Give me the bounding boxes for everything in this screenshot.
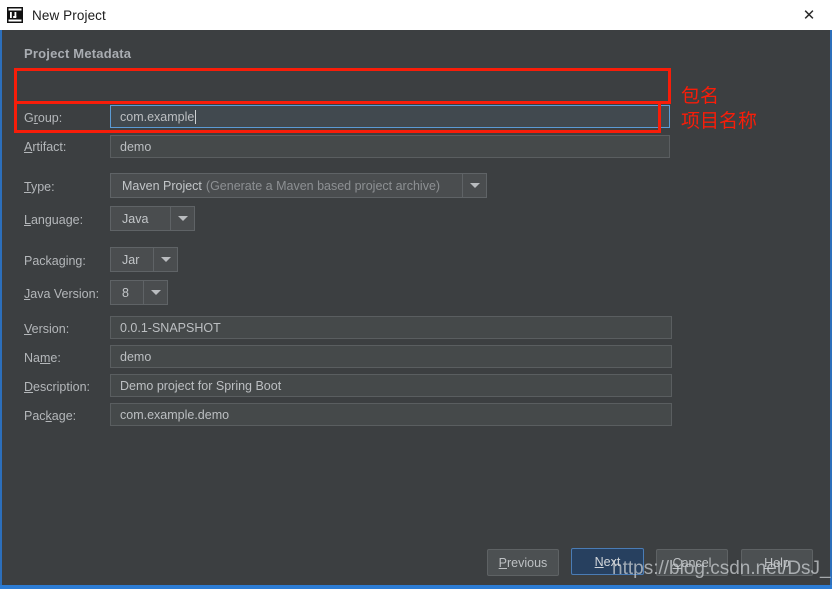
artifact-label: Artifact:: [24, 140, 67, 154]
description-input-value: Demo project for Spring Boot: [120, 378, 282, 393]
group-input-value: com.example: [120, 109, 195, 124]
type-combobox-value: Maven Project (Generate a Maven based pro…: [122, 178, 441, 193]
chevron-down-icon[interactable]: [153, 248, 177, 271]
language-combobox[interactable]: Java: [110, 206, 195, 231]
description-label: Description:: [24, 380, 91, 394]
name-input[interactable]: demo: [110, 345, 672, 368]
name-input-value: demo: [120, 349, 152, 364]
title-bar: New Project ✕: [0, 0, 832, 30]
java-version-combobox[interactable]: 8: [110, 280, 168, 305]
intellij-idea-icon: [7, 7, 23, 23]
chevron-down-icon[interactable]: [143, 281, 167, 304]
chevron-down-icon[interactable]: [170, 207, 194, 230]
packaging-label: Packaging:: [24, 254, 86, 268]
next-button[interactable]: Next: [571, 548, 644, 575]
annotation-text-artifact: 项目名称: [681, 110, 758, 132]
close-icon[interactable]: ✕: [786, 0, 832, 30]
packaging-combobox[interactable]: Jar: [110, 247, 178, 272]
cancel-button[interactable]: Cancel: [656, 549, 728, 576]
dialog-bottom-accent: [0, 585, 832, 589]
package-input-value: com.example.demo: [120, 407, 230, 422]
name-label: Name:: [24, 351, 61, 365]
group-input[interactable]: com.example: [110, 105, 670, 128]
language-label: Language:: [24, 213, 84, 227]
description-input[interactable]: Demo project for Spring Boot: [110, 374, 672, 397]
java-version-combobox-value: 8: [122, 285, 129, 300]
type-combobox[interactable]: Maven Project (Generate a Maven based pro…: [110, 173, 487, 198]
package-label: Package:: [24, 409, 77, 423]
version-label: Version:: [24, 322, 70, 336]
type-label: Type:: [24, 180, 55, 194]
packaging-combobox-value: Jar: [122, 252, 140, 267]
help-button[interactable]: Help: [741, 549, 813, 576]
text-caret: [195, 109, 197, 124]
artifact-input-value: demo: [120, 139, 152, 154]
version-input[interactable]: 0.0.1-SNAPSHOT: [110, 316, 672, 339]
version-input-value: 0.0.1-SNAPSHOT: [120, 320, 221, 335]
group-label: Group:: [24, 111, 63, 125]
annotation-text-group: 包名: [681, 85, 720, 107]
java-version-label: Java Version:: [24, 287, 100, 301]
page-title: Project Metadata: [24, 46, 132, 61]
package-input[interactable]: com.example.demo: [110, 403, 672, 426]
type-combobox-detail: (Generate a Maven based project archive): [205, 178, 441, 193]
window-title: New Project: [32, 7, 106, 23]
chevron-down-icon[interactable]: [462, 174, 486, 197]
language-combobox-value: Java: [122, 211, 149, 226]
previous-button[interactable]: Previous: [487, 549, 559, 576]
artifact-input[interactable]: demo: [110, 135, 670, 158]
